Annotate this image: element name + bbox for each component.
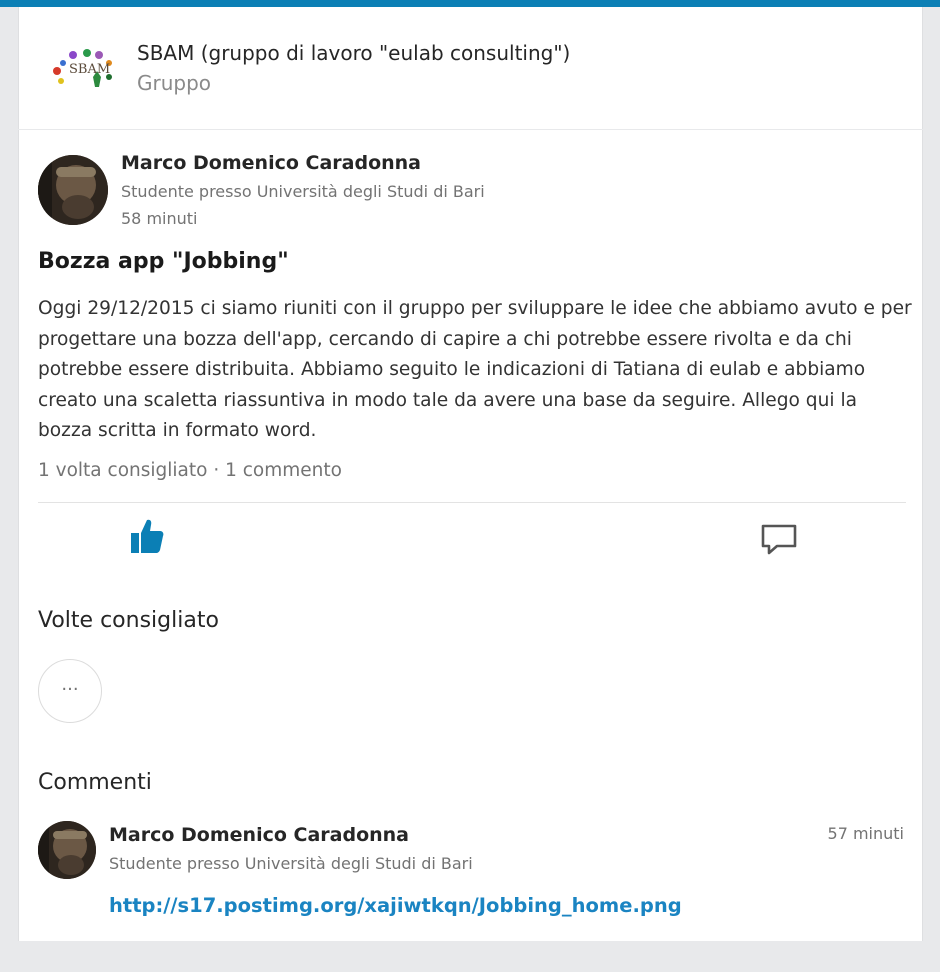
post-timestamp: 58 minuti	[121, 209, 198, 228]
comment-author-name[interactable]: Marco Domenico Caradonna	[109, 824, 409, 846]
post-author-subtitle: Studente presso Università degli Studi d…	[121, 182, 485, 201]
comment-author-subtitle: Studente presso Università degli Studi d…	[109, 854, 473, 873]
post-title: Bozza app "Jobbing"	[38, 249, 289, 274]
more-likers-button[interactable]: ···	[38, 659, 102, 723]
svg-text:SBAM: SBAM	[69, 62, 110, 77]
sbam-logo-icon: SBAM	[47, 41, 119, 97]
group-type-label: Gruppo	[137, 71, 212, 95]
avatar[interactable]	[38, 155, 108, 225]
post-body: Oggi 29/12/2015 ci siamo riuniti con il …	[38, 298, 912, 441]
avatar[interactable]	[38, 821, 96, 879]
post-author-name[interactable]: Marco Domenico Caradonna	[121, 152, 421, 174]
comments-section-title: Commenti	[38, 770, 152, 795]
likes-and-comments: Volte consigliato ··· Commenti Marco Dom…	[18, 578, 923, 941]
group-name[interactable]: SBAM (gruppo di lavoro "eulab consulting…	[137, 41, 570, 65]
top-accent-bar	[0, 0, 940, 7]
group-header[interactable]: SBAM SBAM (gruppo di lavoro "eulab consu…	[18, 7, 923, 129]
comment-icon[interactable]	[759, 522, 799, 558]
thumbs-up-icon[interactable]	[127, 516, 167, 556]
likes-section-title: Volte consigliato	[38, 608, 219, 633]
post-stats[interactable]: 1 volta consigliato · 1 commento	[38, 460, 342, 481]
comment-link[interactable]: http://s17.postimg.org/xajiwtkqn/Jobbing…	[109, 894, 682, 917]
post-card: Marco Domenico Caradonna Studente presso…	[18, 130, 923, 578]
comment-timestamp: 57 minuti	[827, 824, 904, 843]
divider	[38, 502, 906, 503]
